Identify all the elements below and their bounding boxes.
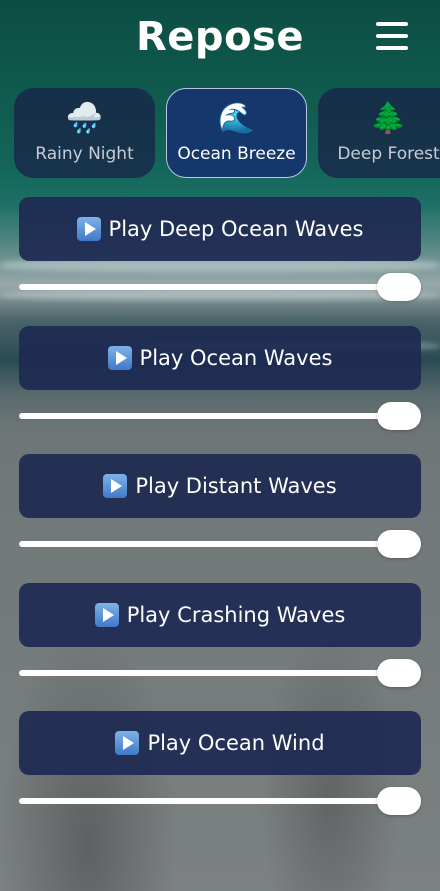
play-icon bbox=[94, 602, 119, 627]
sound-track: Play Distant Waves bbox=[19, 454, 421, 583]
volume-slider[interactable] bbox=[19, 658, 421, 687]
play-button-label: Play Ocean Wind bbox=[147, 731, 325, 755]
slider-rail bbox=[19, 284, 399, 290]
volume-slider[interactable] bbox=[19, 530, 421, 558]
slider-thumb[interactable] bbox=[377, 273, 421, 301]
slider-thumb[interactable] bbox=[377, 787, 421, 815]
app-title: Repose bbox=[136, 14, 304, 60]
sound-track: Play Ocean Wind bbox=[19, 711, 421, 840]
play-ocean-wind-button[interactable]: Play Ocean Wind bbox=[19, 711, 421, 775]
play-icon bbox=[107, 345, 132, 370]
play-icon bbox=[76, 217, 101, 241]
slider-thumb[interactable] bbox=[377, 401, 421, 430]
sound-track: Play Crashing Waves bbox=[19, 582, 421, 712]
play-icon bbox=[103, 474, 128, 498]
sound-track-list: Play Deep Ocean Waves Play Ocean Waves P… bbox=[19, 197, 421, 840]
evergreen-tree-icon: 🌲 bbox=[369, 101, 408, 136]
preset-deep-forest[interactable]: 🌲 Deep Forest bbox=[318, 88, 440, 178]
play-button-label: Play Distant Waves bbox=[135, 474, 337, 498]
volume-slider[interactable] bbox=[19, 273, 421, 301]
play-distant-waves-button[interactable]: Play Distant Waves bbox=[19, 454, 421, 518]
sound-track: Play Ocean Waves bbox=[19, 325, 421, 455]
rain-cloud-icon: 🌧️ bbox=[65, 101, 104, 136]
app-header: Repose bbox=[0, 0, 440, 80]
preset-label: Rainy Night bbox=[35, 144, 134, 164]
preset-ocean-breeze[interactable]: 🌊 Ocean Breeze bbox=[166, 88, 307, 178]
sound-track: Play Deep Ocean Waves bbox=[19, 197, 421, 326]
slider-rail bbox=[19, 412, 399, 419]
slider-rail bbox=[19, 798, 399, 804]
slider-thumb[interactable] bbox=[377, 658, 421, 687]
slider-thumb[interactable] bbox=[377, 530, 421, 558]
preset-label: Deep Forest bbox=[337, 144, 440, 164]
play-button-label: Play Deep Ocean Waves bbox=[108, 217, 364, 241]
play-crashing-waves-button[interactable]: Play Crashing Waves bbox=[19, 582, 421, 647]
preset-carousel[interactable]: 🌧️ Rainy Night 🌊 Ocean Breeze 🌲 Deep For… bbox=[14, 88, 440, 178]
menu-bar bbox=[376, 46, 408, 50]
play-ocean-waves-button[interactable]: Play Ocean Waves bbox=[19, 325, 421, 390]
slider-rail bbox=[19, 669, 399, 676]
play-button-label: Play Crashing Waves bbox=[126, 602, 346, 627]
play-icon bbox=[115, 731, 140, 755]
preset-rainy-night[interactable]: 🌧️ Rainy Night bbox=[14, 88, 155, 178]
wave-icon: 🌊 bbox=[217, 101, 256, 136]
menu-bar bbox=[376, 22, 408, 26]
play-button-label: Play Ocean Waves bbox=[139, 345, 333, 370]
menu-bar bbox=[376, 34, 408, 38]
preset-label: Ocean Breeze bbox=[177, 144, 296, 164]
slider-rail bbox=[19, 541, 399, 547]
volume-slider[interactable] bbox=[19, 401, 421, 430]
volume-slider[interactable] bbox=[19, 787, 421, 815]
hamburger-menu-icon[interactable] bbox=[376, 22, 408, 50]
play-deep-ocean-waves-button[interactable]: Play Deep Ocean Waves bbox=[19, 197, 421, 261]
